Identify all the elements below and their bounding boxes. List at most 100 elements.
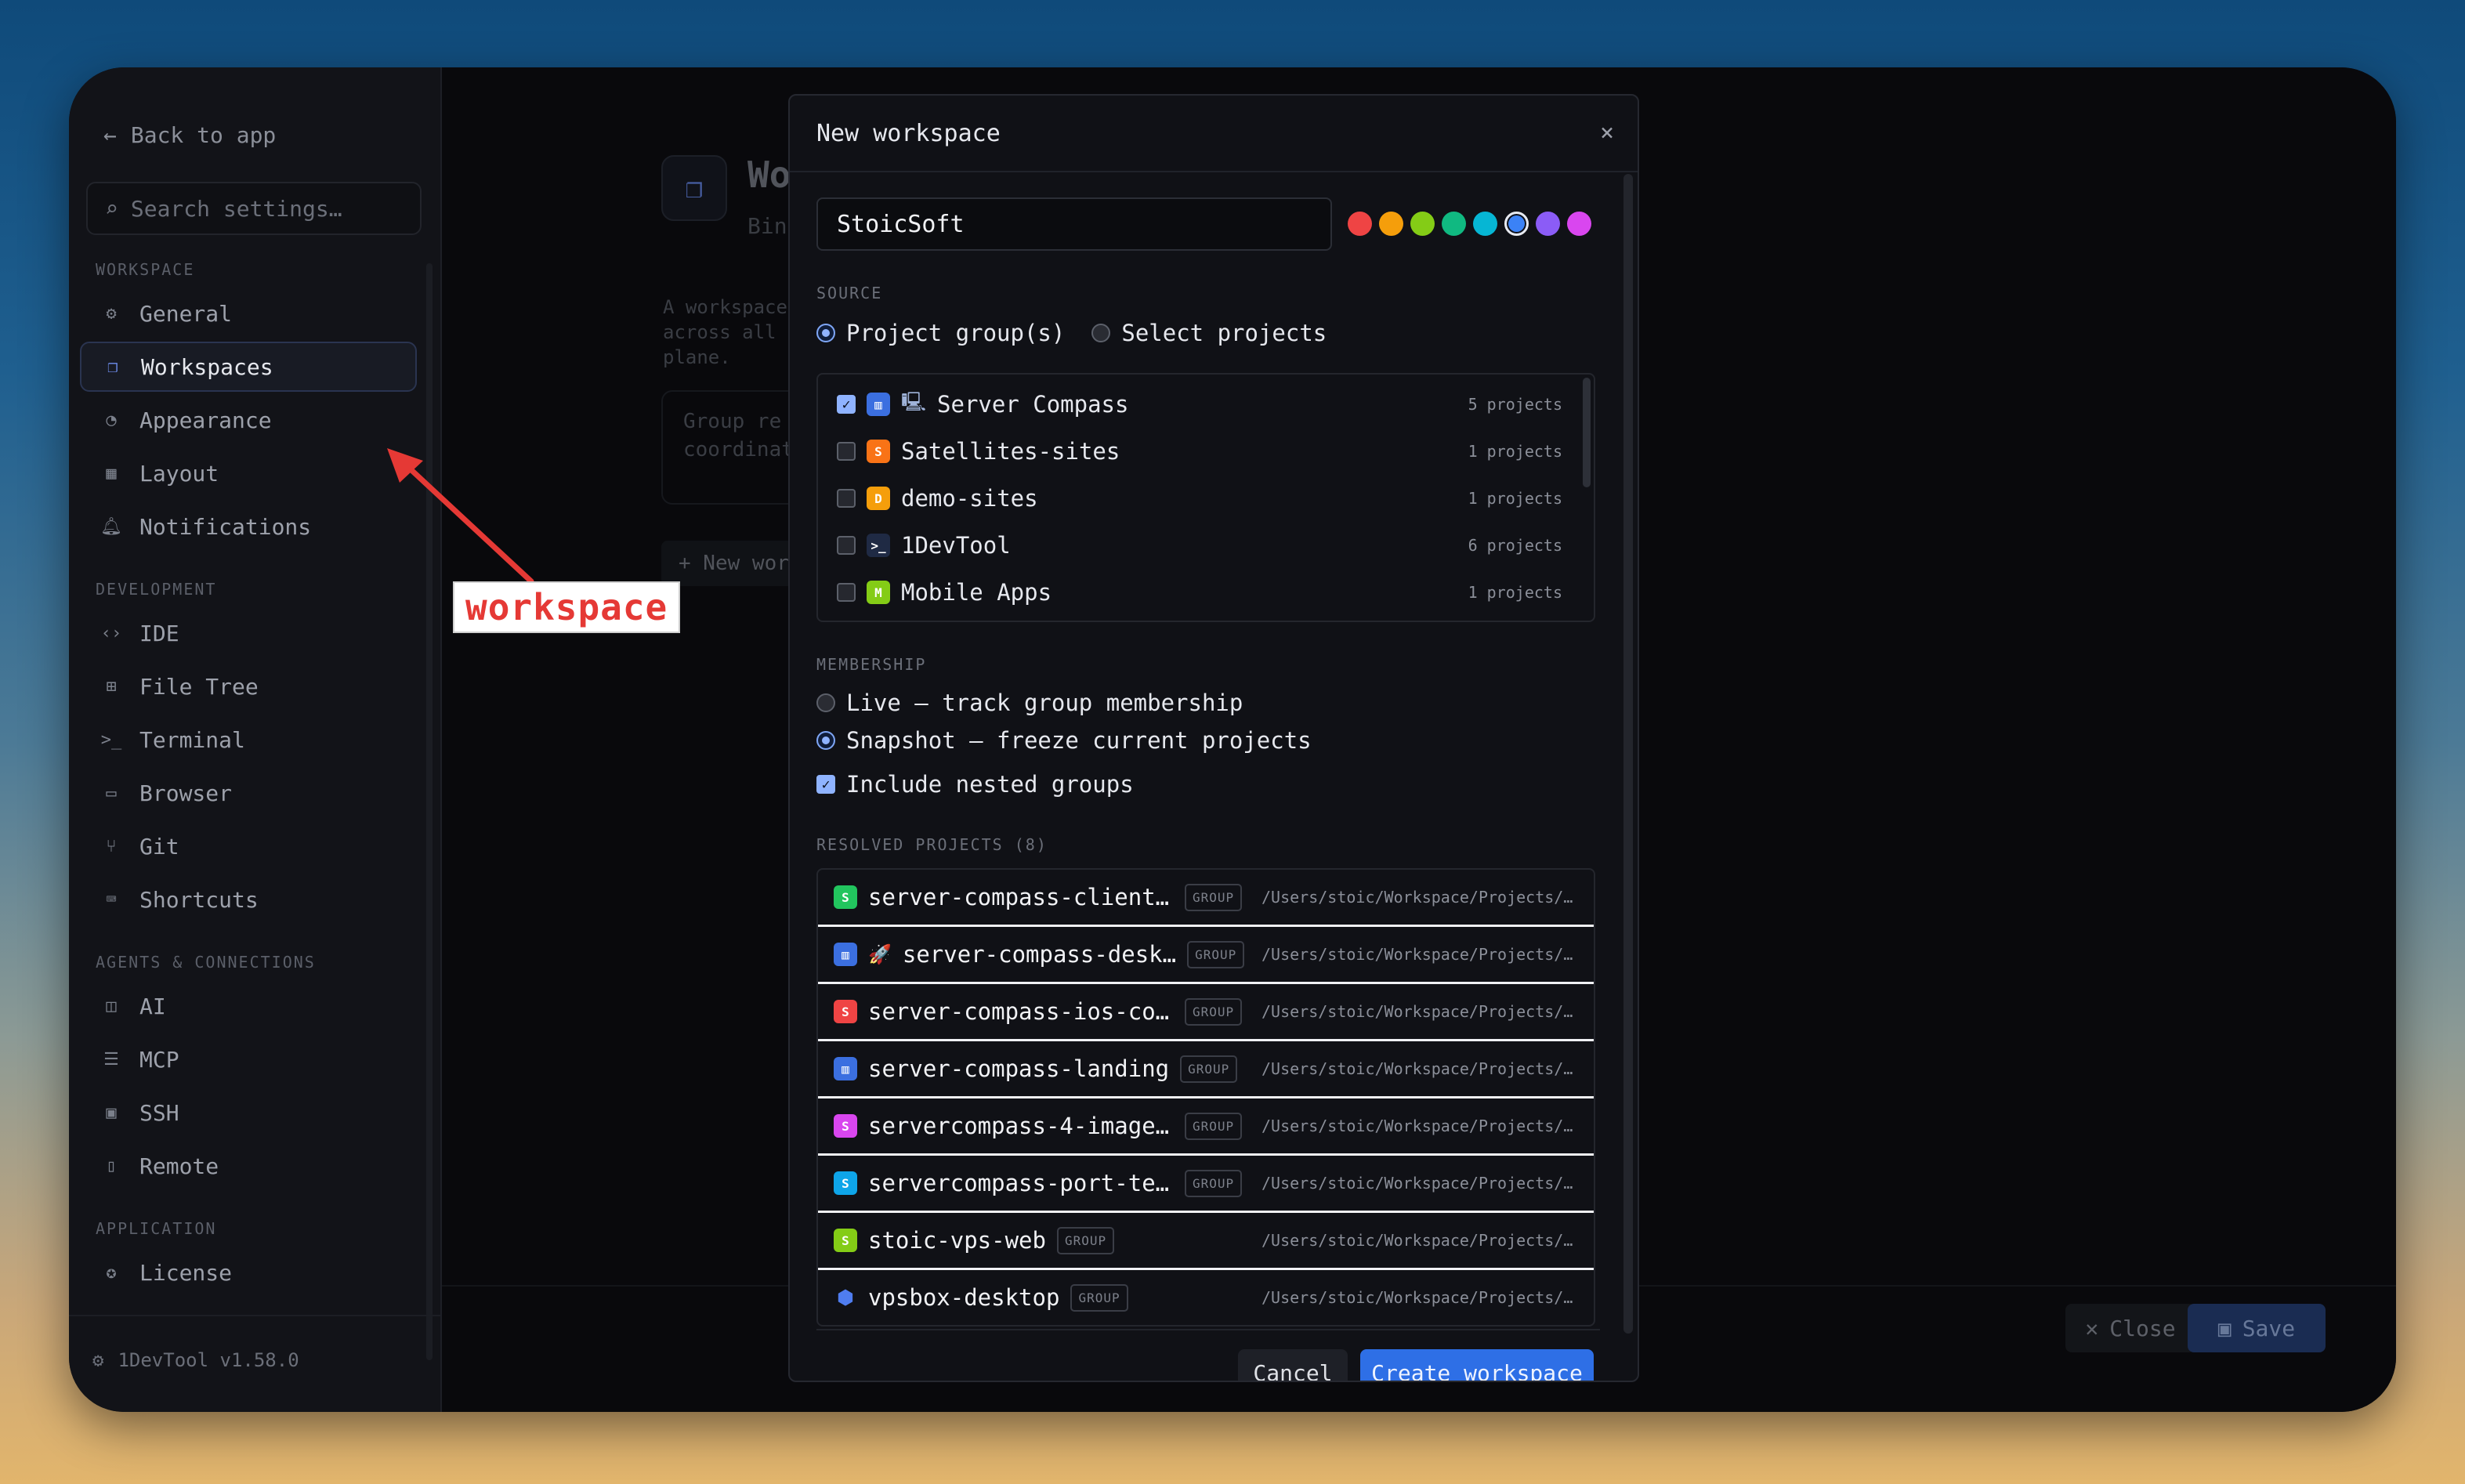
color-swatch[interactable] [1410,212,1435,236]
search-placeholder: Search settings… [130,195,342,222]
sidebar-item-ssh[interactable]: ▣ SSH [80,1088,417,1138]
color-swatch[interactable] [1348,212,1372,236]
membership-snapshot-option[interactable]: Snapshot — freeze current projects [816,727,1312,754]
project-badge-icon: S [834,1000,857,1023]
group-checkbox[interactable] [837,489,856,508]
color-swatch[interactable] [1536,212,1560,236]
sidebar-item-license[interactable]: ✪ License [80,1247,417,1298]
close-icon[interactable]: × [1600,119,1614,147]
project-name: servercompass-port-tes… [868,1170,1174,1196]
project-name: stoic-vps-web [868,1227,1046,1254]
sidebar-item-label: File Tree [139,673,259,700]
group-checkbox[interactable] [837,442,856,461]
sidebar-item-layout[interactable]: ▦ Layout [80,448,417,498]
project-group-list: ✓ ▥ 🖳 Server Compass 5 projects S Satellites-s… [816,373,1595,622]
group-row[interactable]: S Satellites-sites 1 projects [837,429,1562,473]
project-row[interactable]: Sservercompass-port-tes… GROUP/Users/stoi… [818,1156,1594,1213]
sidebar-item-ide[interactable]: ‹› IDE [80,608,417,658]
sidebar-item-mcp[interactable]: ☰ MCP [80,1034,417,1084]
sidebar-item-notifications[interactable]: 🔔︎ Notifications [80,501,417,552]
group-row[interactable]: ✓ ▥ 🖳 Server Compass 5 projects [837,382,1562,426]
sidebar-item-label: Workspaces [141,353,273,380]
group-name: Satellites-sites [901,438,1120,465]
sidebar-item-terminal[interactable]: >_ Terminal [80,715,417,765]
sidebar-item-label: Appearance [139,407,272,433]
sidebar-scrollbar[interactable] [426,263,433,1360]
group-badge-icon: ▥ [867,393,890,416]
sidebar-item-ai[interactable]: ◫ AI [80,981,417,1031]
group-badge-icon: >_ [867,534,890,557]
radio-project-groups[interactable] [816,324,835,342]
group-tag: GROUP [1185,1112,1243,1140]
project-row[interactable]: Sservercompass-4-images… GROUP/Users/stoi… [818,1099,1594,1156]
group-badge-icon: D [867,487,890,510]
palette-icon: ◔ [106,410,117,430]
project-path: /Users/stoic/Workspace/Projects/… [1261,1059,1573,1078]
radio-select-projects[interactable] [1091,324,1111,342]
dialog-scrollbar[interactable] [1623,174,1633,1334]
group-row[interactable]: >_ 1DevTool 6 projects [837,523,1562,567]
sidebar-item-label: Terminal [139,726,245,753]
project-name: server-compass-ios-code [868,998,1174,1025]
sidebar-item-label: MCP [139,1046,179,1073]
sidebar-item-remote[interactable]: ▯ Remote [80,1141,417,1191]
group-name: demo-sites [901,485,1038,512]
membership-label: MEMBERSHIP [816,655,927,674]
color-swatch[interactable] [1473,212,1497,236]
radio-live[interactable] [816,693,835,712]
settings-sidebar: ← Back to app ⌕ Search settings… WORKSPA… [69,67,442,1412]
project-row[interactable]: Sserver-compass-client-… GROUP/Users/stoi… [818,870,1594,927]
include-nested-option[interactable]: ✓ Include nested groups [816,771,1134,798]
group-tag: GROUP [1180,1055,1238,1083]
sidebar-item-workspaces[interactable]: ❐ Workspaces [80,342,417,392]
group-checkbox[interactable] [837,583,856,602]
project-row[interactable]: ▥ server-compass-landing GROUP/Users/stoic… [818,1041,1594,1099]
project-row[interactable]: Sstoic-vps-web GROUP/Users/stoic/Workspac… [818,1213,1594,1270]
radio-snapshot[interactable] [816,731,835,750]
radio-label: Select projects [1121,320,1327,346]
project-name: servercompass-4-images… [868,1113,1174,1139]
color-swatch[interactable] [1504,212,1529,236]
project-path: /Users/stoic/Workspace/Projects/… [1261,1117,1573,1135]
group-checkbox[interactable]: ✓ [837,395,856,414]
group-row[interactable]: Ddemo-sites 1 projects [837,476,1562,520]
sidebar-item-appearance[interactable]: ◔ Appearance [80,395,417,445]
gear-icon: ⚙ [92,1349,104,1371]
project-row[interactable]: Sserver-compass-ios-code GROUP/Users/stoi… [818,984,1594,1041]
annotation-arrow [387,448,534,585]
color-swatch[interactable] [1567,212,1591,236]
app-version: ⚙ 1DevTool v1.58.0 [92,1349,299,1371]
rocket-icon: 🚀 [868,943,892,965]
sidebar-item-shortcuts[interactable]: ⌨ Shortcuts [80,874,417,925]
workspace-name-value: StoicSoft [837,210,965,238]
group-row[interactable]: M Mobile Apps 1 projects [837,570,1562,614]
membership-live-option[interactable]: Live — track group membership [816,690,1243,716]
cancel-button[interactable]: Cancel [1238,1349,1348,1381]
search-icon: ⌕ [105,195,118,222]
group-project-count: 5 projects [1468,395,1562,414]
sidebar-item-label: Git [139,833,179,860]
list-scrollbar[interactable] [1583,378,1591,487]
workspace-name-input[interactable]: StoicSoft [816,197,1332,251]
project-row[interactable]: ⬢ vpsbox-desktop GROUP/Users/stoic/Workspa… [818,1270,1594,1325]
create-workspace-button[interactable]: Create workspace [1360,1349,1594,1381]
group-checkbox[interactable] [837,536,856,555]
sidebar-item-browser[interactable]: ▭ Browser [80,768,417,818]
back-to-app-link[interactable]: ← Back to app [103,122,276,148]
project-name: vpsbox-desktop [868,1284,1060,1311]
sidebar-item-file-tree[interactable]: ⊞ File Tree [80,661,417,711]
sidebar-item-general[interactable]: ⚙ General [80,288,417,338]
group-tag: GROUP [1185,997,1243,1026]
robot-icon: ◫ [106,996,117,1016]
sidebar-item-label: Browser [139,780,233,806]
color-swatch[interactable] [1379,212,1403,236]
color-swatch[interactable] [1442,212,1466,236]
nested-checkbox[interactable]: ✓ [816,775,835,794]
radio-label: Live — track group membership [846,690,1243,716]
sidebar-item-git[interactable]: ⑂ Git [80,821,417,871]
section-label-agents: AGENTS & CONNECTIONS [96,953,316,972]
divider [69,1315,440,1316]
project-row[interactable]: ▥ 🚀 server-compass-desk… GROUP/Users/stoic/… [818,927,1594,984]
search-settings-input[interactable]: ⌕ Search settings… [86,182,422,235]
group-project-count: 1 projects [1468,583,1562,602]
